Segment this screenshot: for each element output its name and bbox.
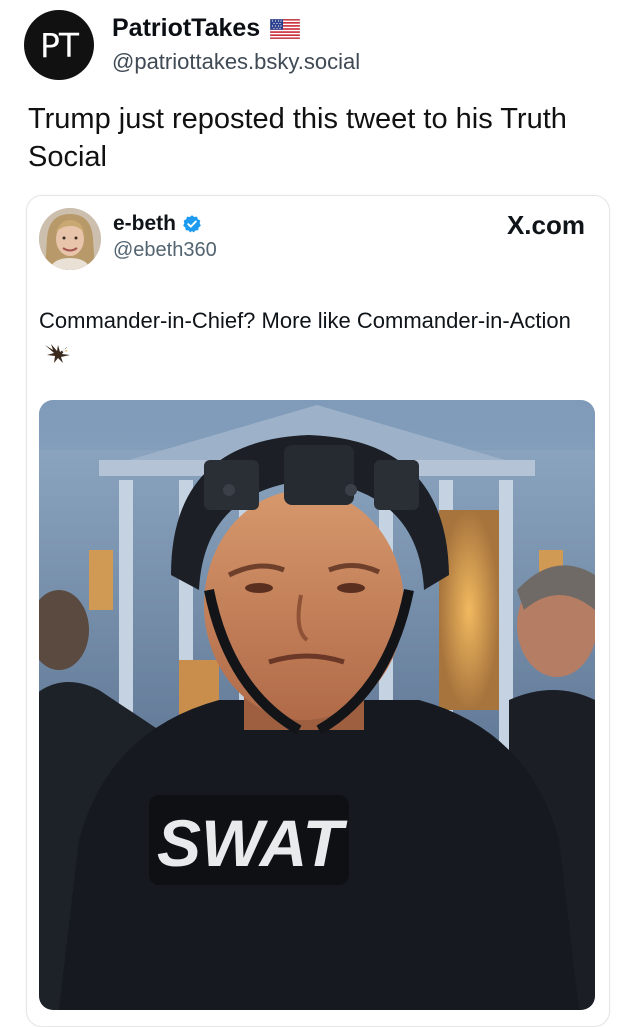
author-avatar[interactable]: PT: [24, 10, 94, 80]
eagle-icon: [45, 344, 70, 363]
embed-author-handle[interactable]: @ebeth360: [113, 239, 217, 262]
us-flag-icon: [270, 18, 301, 39]
author-name-row: PatriotTakes: [112, 14, 360, 43]
swat-photo-image: SWAT: [39, 400, 595, 1010]
embed-avatar-image: [39, 208, 101, 270]
embed-text-content: Commander-in-Chief? More like Commander-…: [39, 308, 571, 333]
embed-text: Commander-in-Chief? More like Commander-…: [39, 304, 594, 370]
embedded-tweet-card[interactable]: e-beth @ebeth360 X.com Commander-in-Chie…: [26, 195, 610, 1027]
embed-author-name[interactable]: e-beth: [113, 212, 176, 236]
source-site-label: X.com: [506, 210, 585, 240]
post-header: PT PatriotTakes @patriottakes.bsky.socia…: [24, 10, 360, 80]
embed-avatar[interactable]: [39, 208, 101, 270]
embed-name-row: e-beth: [113, 212, 202, 236]
author-block: PatriotTakes @patriottakes.bsky.social: [112, 14, 360, 75]
embed-photo[interactable]: SWAT: [39, 400, 595, 1010]
author-name[interactable]: PatriotTakes: [112, 14, 260, 43]
swat-vest-label: SWAT: [157, 806, 347, 880]
author-handle[interactable]: @patriottakes.bsky.social: [112, 49, 360, 75]
verified-badge-icon: [183, 215, 201, 233]
post-text: Trump just reposted this tweet to his Tr…: [28, 103, 567, 173]
